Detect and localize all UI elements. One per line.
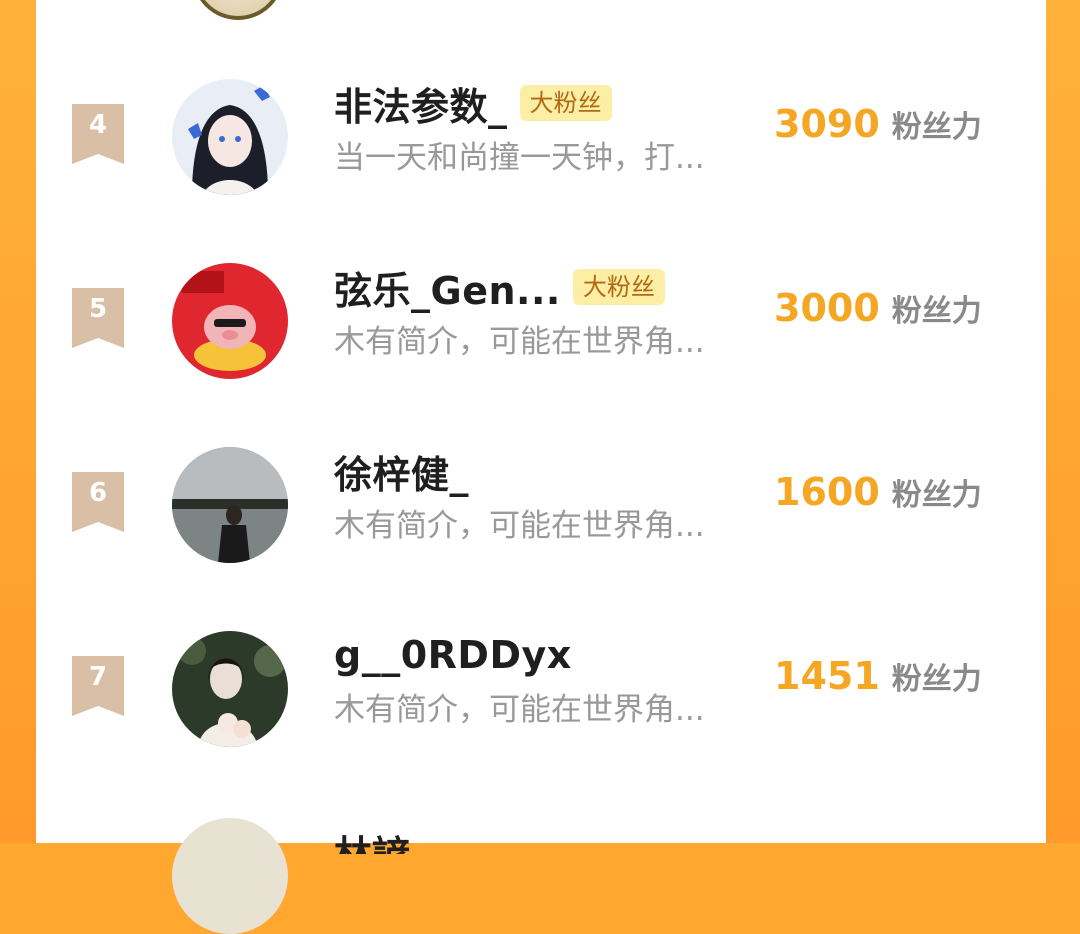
leaderboard-row[interactable]: 4 非法参数_ 大粉丝 当一天和尚撞一天钟，打... 3090 粉丝力 (36, 66, 1046, 206)
name-line: g__0RDDyx (334, 630, 572, 680)
user-name[interactable]: 林諺 (334, 824, 410, 854)
rank-badge-icon: 6 (72, 472, 124, 532)
fan-score: 1600 粉丝力 (774, 470, 982, 514)
score-unit: 粉丝力 (891, 294, 982, 329)
user-name[interactable]: 非法参数_ (334, 76, 508, 131)
fan-score: 1451 粉丝力 (774, 654, 982, 698)
leaderboard-row[interactable]: 7 g__0RDDyx 木有简介，可能在世界角... 1451 粉丝力 (36, 618, 1046, 758)
user-name[interactable]: 弦乐_Gen... (334, 260, 561, 315)
score-value: 1451 (774, 654, 880, 698)
fan-tag-badge: 大粉丝 (519, 85, 612, 121)
avatar[interactable] (172, 818, 288, 934)
avatar[interactable] (172, 447, 288, 563)
fan-tag-badge: 大粉丝 (572, 269, 665, 305)
avatar[interactable] (172, 263, 288, 379)
user-bio: 木有简介，可能在世界角... (334, 692, 705, 728)
score-value: 3000 (774, 286, 880, 330)
rank-number: 5 (88, 294, 108, 324)
score-value: 3090 (774, 102, 880, 146)
frame-left (0, 0, 36, 843)
rank-badge-icon: 5 (72, 288, 124, 348)
name-line: 徐梓健_ (334, 444, 469, 499)
rank-badge-icon: 7 (72, 656, 124, 716)
user-name[interactable]: g__0RDDyx (334, 633, 572, 677)
user-name[interactable]: 徐梓健_ (334, 444, 469, 499)
avatar[interactable] (172, 631, 288, 747)
score-unit: 粉丝力 (891, 110, 982, 145)
score-unit: 粉丝力 (891, 478, 982, 513)
name-line: 非法参数_ 大粉丝 (334, 76, 612, 131)
fan-score: 3090 粉丝力 (774, 102, 982, 146)
leaderboard-row-partial[interactable]: 林諺 (36, 810, 1046, 934)
score-unit: 粉丝力 (891, 662, 982, 697)
score-value: 1600 (774, 470, 880, 514)
rank-number: 7 (88, 662, 108, 692)
user-bio: 当一天和尚撞一天钟，打... (334, 140, 705, 176)
rank-number: 4 (88, 110, 108, 140)
user-bio: 木有简介，可能在世界角... (334, 324, 705, 360)
fan-score: 3000 粉丝力 (774, 286, 982, 330)
rank-badge-icon: 4 (72, 104, 124, 164)
avatar[interactable] (172, 79, 288, 195)
leaderboard-row[interactable]: 5 弦乐_Gen... 大粉丝 木有简介，可能在世界角... 3000 粉丝力 (36, 250, 1046, 390)
frame-right (1046, 0, 1080, 843)
name-line: 弦乐_Gen... 大粉丝 (334, 260, 665, 315)
rank-number: 6 (88, 478, 108, 508)
leaderboard-row[interactable]: 6 徐梓健_ 木有简介，可能在世界角... 1600 粉丝力 (36, 434, 1046, 574)
user-bio: 木有简介，可能在世界角... (334, 508, 705, 544)
